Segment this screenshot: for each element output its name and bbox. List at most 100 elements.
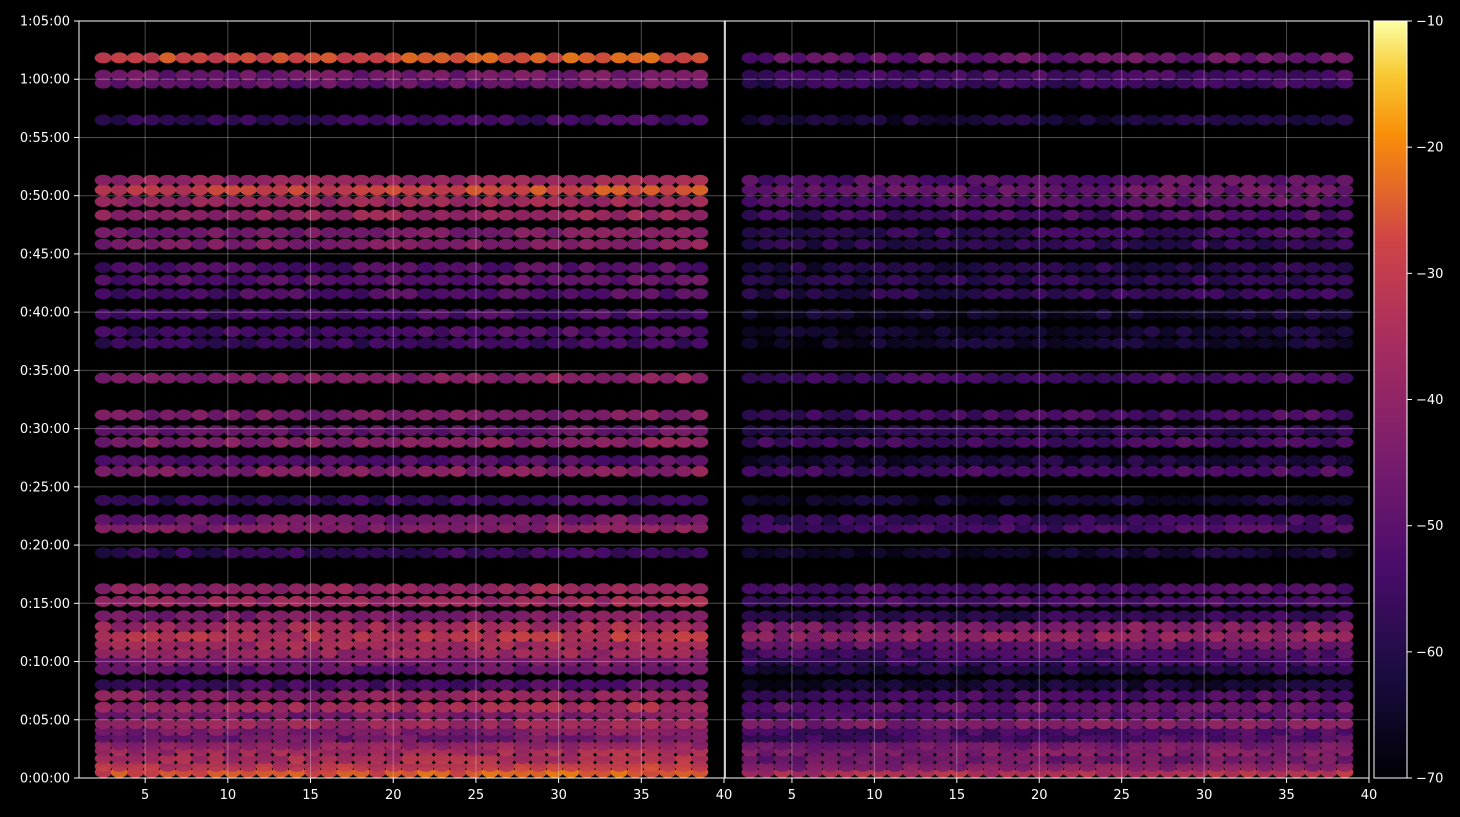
heatmap-cell [546,621,564,633]
heatmap-cell [126,701,144,713]
heatmap-cell [1304,337,1322,349]
heatmap-cell [1095,701,1113,713]
heatmap-cell [288,274,306,286]
heatmap-cell [1095,610,1113,622]
heatmap-cell [401,679,419,691]
heatmap-cell [1127,547,1145,559]
heatmap-cell [773,621,791,633]
heatmap-cell [918,583,936,595]
heatmap-cell [175,174,193,186]
colorbar-tick-label: −10 [1416,15,1443,30]
heatmap-cell [1014,547,1032,559]
heatmap-cell [530,288,548,300]
heatmap-cell [691,679,709,691]
heatmap-cell [805,465,823,477]
heatmap-cell [320,308,338,320]
heatmap-cell [1239,227,1257,239]
heatmap-cell [1288,701,1306,713]
heatmap-cell [465,209,483,221]
heatmap-cell [886,114,904,126]
heatmap-cell [546,274,564,286]
heatmap-cell [1047,174,1064,186]
heatmap-cell [191,274,209,286]
heatmap-cell [902,630,920,642]
heatmap-cell [934,514,952,526]
heatmap-cell [110,425,128,437]
heatmap-cell [1063,465,1081,477]
heatmap-cell [368,308,386,320]
heatmap-cell [1014,701,1032,713]
heatmap-cell [870,326,888,338]
heatmap-cell [741,337,759,349]
heatmap-cell [126,262,144,273]
heatmap-cell [1288,455,1306,467]
heatmap-cell [773,196,791,207]
heatmap-cell [1336,690,1354,701]
heatmap-cell [272,114,290,126]
heatmap-cell [642,262,660,273]
heatmap-cell [1095,326,1113,338]
heatmap-cell [691,52,709,64]
heatmap-cell [1191,196,1209,207]
heatmap-cell [497,308,515,320]
heatmap-cell [870,455,888,467]
heatmap-cell [255,227,273,239]
x-tick-label: 10 [866,788,883,803]
heatmap-cell [223,630,241,642]
heatmap-cell [805,308,823,320]
heatmap-cell [870,238,888,250]
heatmap-cell [1288,690,1306,701]
heatmap-cell [465,337,483,349]
heatmap-cell [1095,494,1113,506]
heatmap-cell [642,690,660,701]
heatmap-cell [1159,547,1177,559]
heatmap-cell [433,52,451,64]
heatmap-cell [1207,52,1225,64]
heatmap-cell [191,583,209,595]
heatmap-cell [902,679,920,691]
heatmap-cell [562,227,580,239]
heatmap-cell [110,595,128,607]
heatmap-cell [288,583,306,595]
heatmap-cell [191,174,209,186]
heatmap-cell [1223,436,1241,448]
heatmap-cell [918,114,936,126]
heatmap-cell [481,595,499,607]
heatmap-cell [1175,595,1193,607]
heatmap-cell [239,274,257,286]
heatmap-cell [1159,326,1177,338]
heatmap-cell [1320,690,1338,701]
heatmap-cell [1304,274,1322,286]
heatmap-cell [838,425,856,437]
heatmap-cell [175,465,193,477]
heatmap-cell [1014,52,1032,64]
heatmap-cell [352,436,370,448]
heatmap-cell [530,238,548,250]
heatmap-cell [175,227,193,239]
heatmap-cell [1320,455,1338,467]
heatmap-cell [352,308,370,320]
heatmap-cell [659,455,677,467]
heatmap-cell [838,52,856,64]
heatmap-cell [465,326,483,338]
heatmap-cell [1320,465,1338,477]
heatmap-cell [175,455,193,467]
heatmap-cell [417,209,435,221]
spectrogram-figure: 0:00:000:05:000:10:000:15:000:20:000:25:… [0,0,1460,817]
heatmap-cell [822,52,839,64]
heatmap-cell [1111,610,1129,622]
heatmap-cell [854,52,872,64]
heatmap-cell [513,52,531,64]
heatmap-cell [304,621,322,633]
heatmap-cell [1127,308,1145,320]
heatmap-cell [902,621,920,633]
heatmap-cell [1223,514,1241,526]
heatmap-cell [1256,701,1273,713]
heatmap-cell [465,610,483,622]
heatmap-cell [998,701,1016,713]
heatmap-cell [691,595,709,607]
heatmap-cell [110,238,128,250]
heatmap-cell [1191,425,1209,437]
heatmap-cell [691,494,709,506]
heatmap-cell [481,288,499,300]
